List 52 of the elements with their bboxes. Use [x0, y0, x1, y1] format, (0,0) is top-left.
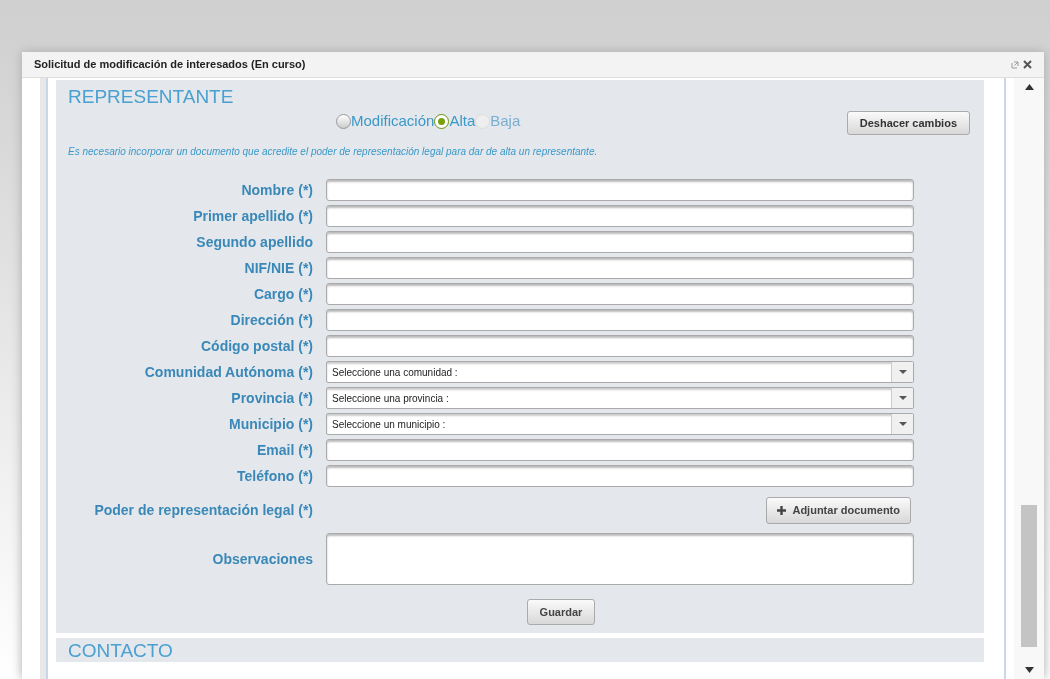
undo-changes-button[interactable]: Deshacer cambios — [846, 111, 970, 135]
dropdown-value: Seleccione un municipio : — [331, 417, 447, 432]
save-button[interactable]: Guardar — [526, 599, 596, 625]
radio-label: Baja — [490, 110, 521, 131]
section-title: CONTACTO — [68, 639, 174, 662]
field-label: Observaciones — [211, 549, 314, 569]
input-field[interactable] — [326, 179, 914, 201]
dropdown-value: Seleccione una provincia : — [331, 391, 450, 406]
field-label: Segundo apellido — [195, 232, 314, 252]
radio-label: Alta — [449, 110, 476, 131]
caret-icon — [898, 370, 907, 374]
dropdown-field[interactable]: Seleccione una comunidad : — [326, 361, 914, 383]
field-label: Código postal (*) — [200, 336, 314, 356]
input-field[interactable] — [326, 465, 914, 487]
popout-icon[interactable] — [1011, 60, 1019, 69]
dropdown-value: Seleccione una comunidad : — [331, 365, 459, 380]
scroll-thumb[interactable] — [1021, 505, 1037, 647]
caret-icon — [898, 396, 907, 400]
plus-icon — [777, 505, 787, 515]
dropdown-field[interactable]: Seleccione una provincia : — [326, 387, 914, 409]
input-field[interactable] — [326, 439, 914, 461]
input-field[interactable] — [326, 335, 914, 357]
input-field[interactable] — [326, 309, 914, 331]
field-label: Dirección (*) — [229, 310, 314, 330]
caret-icon — [898, 422, 907, 426]
observations-field[interactable] — [326, 533, 914, 585]
info-note: Es necesario incorporar un documento que acredite el poder de representación legal para dar de alta un representante. — [68, 145, 599, 159]
field-label: Municipio (*) — [228, 414, 314, 434]
field-label: Comunidad Autónoma (*) — [143, 362, 314, 382]
scroll-up-icon[interactable] — [1024, 84, 1034, 90]
field-label: Email (*) — [256, 440, 314, 460]
field-label: Primer apellido (*) — [192, 206, 314, 226]
radio-label: Modificación — [351, 110, 435, 131]
field-label: Poder de representación legal (*) — [93, 500, 314, 520]
radio-button[interactable] — [434, 113, 450, 129]
input-field[interactable] — [326, 231, 914, 253]
section-title: REPRESENTANTE — [68, 86, 235, 108]
field-label: NIF/NIE (*) — [243, 258, 314, 278]
window-title: Solicitud de modificación de interesados (En curso) — [34, 57, 307, 73]
radio-button[interactable] — [336, 113, 351, 129]
close-icon[interactable] — [1023, 60, 1032, 69]
scroll-down-icon[interactable] — [1024, 667, 1034, 673]
field-label: Nombre (*) — [240, 180, 314, 200]
input-field[interactable] — [326, 205, 914, 227]
field-label: Teléfono (*) — [236, 466, 314, 486]
field-label: Provincia (*) — [230, 388, 314, 408]
input-field[interactable] — [326, 283, 914, 305]
scrollbar[interactable] — [1014, 78, 1044, 679]
field-label: Cargo (*) — [252, 284, 314, 304]
input-field[interactable] — [326, 257, 914, 279]
attach-document-button[interactable]: Adjuntar documento — [766, 496, 911, 524]
dropdown-field[interactable]: Seleccione un municipio : — [326, 413, 914, 435]
